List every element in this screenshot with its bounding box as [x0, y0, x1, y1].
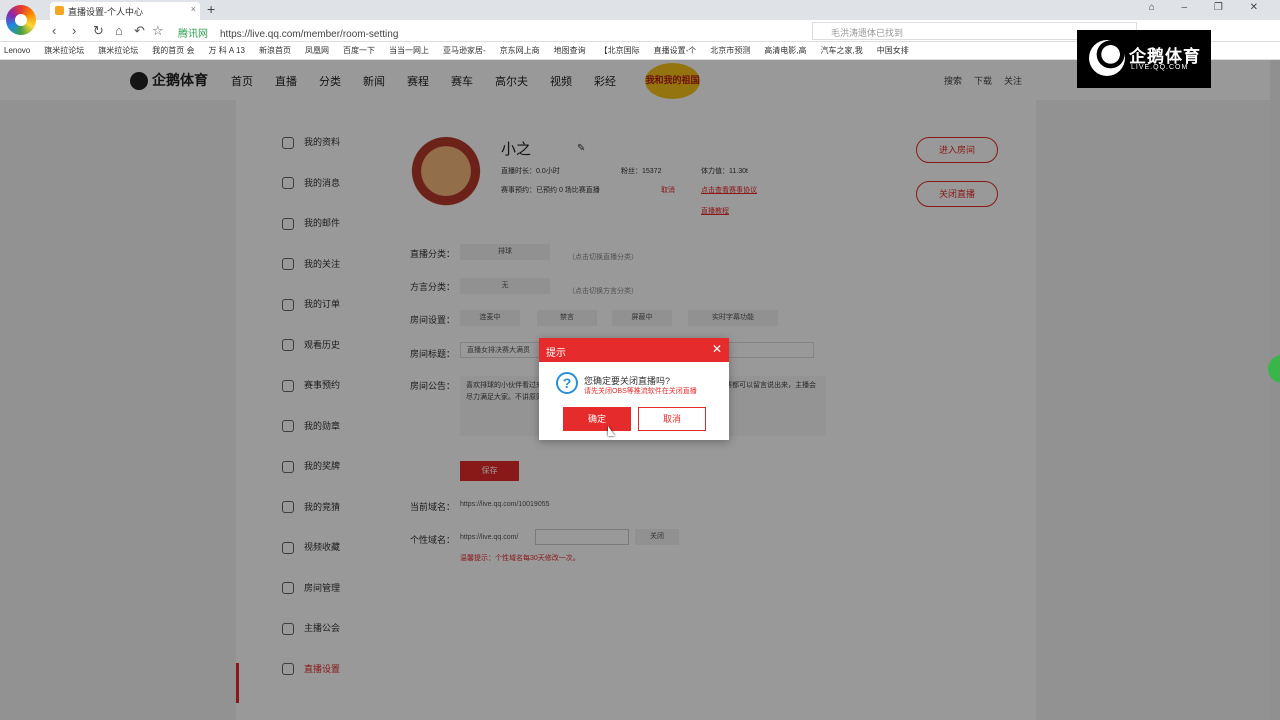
browser-tabbar: 直播设置-个人中心 × + ⌂ – ❐ ✕: [0, 0, 1280, 35]
bookmark-item[interactable]: 高清电影,高: [764, 46, 806, 55]
bookmark-item[interactable]: 中国女排: [877, 46, 909, 55]
tab-close-icon[interactable]: ×: [191, 4, 196, 14]
url-text: https://live.qq.com/member/room-setting: [220, 29, 399, 40]
bookmark-item[interactable]: 旗米拉论坛: [44, 46, 84, 55]
question-icon: ?: [556, 372, 578, 394]
forward-icon[interactable]: ›: [72, 23, 76, 38]
window-controls[interactable]: ⌂ – ❐ ✕: [1149, 2, 1270, 13]
dialog-title: 提示: [546, 348, 566, 359]
confirm-dialog: 提示 ✕ ? 您确定要关闭直播吗? 请先关闭OBS等推流软件在关闭直播 确定 取消: [539, 338, 729, 440]
bookmark-item[interactable]: 旗米拉论坛: [98, 46, 138, 55]
browser-tab[interactable]: 直播设置-个人中心 ×: [50, 2, 200, 20]
star-icon[interactable]: ☆: [152, 23, 164, 39]
bookmark-item[interactable]: 【北京国际: [600, 46, 640, 55]
bookmark-item[interactable]: 亚马逊家居-: [443, 46, 486, 55]
home-icon[interactable]: ⌂: [115, 23, 123, 38]
tab-title: 直播设置-个人中心: [68, 7, 143, 17]
bookmark-item[interactable]: 万 科 A 13: [208, 46, 244, 55]
bookmark-item[interactable]: 京东网上商: [500, 46, 540, 55]
confirm-button[interactable]: 确定: [563, 407, 631, 431]
bookmark-item[interactable]: 汽车之家,我: [821, 46, 863, 55]
back-icon[interactable]: ‹: [52, 23, 56, 38]
bookmark-item[interactable]: 北京市预测: [710, 46, 750, 55]
cancel-button[interactable]: 取消: [638, 407, 706, 431]
address-bar[interactable]: 腾讯网 https://live.qq.com/member/room-setti…: [172, 22, 772, 40]
undo-icon[interactable]: ↶: [134, 23, 145, 39]
dialog-header: 提示 ✕: [539, 338, 729, 362]
bookmark-item[interactable]: 我的首页 会: [152, 46, 194, 55]
mouse-cursor-icon: [608, 426, 615, 436]
bookmark-item[interactable]: 直播设置-个: [654, 46, 697, 55]
penguin-logo-icon: [1089, 40, 1125, 76]
bookmark-item[interactable]: 百度一下: [343, 46, 375, 55]
watermark-logo: 企鹅体育 LIVE.QQ.COM: [1077, 30, 1211, 88]
new-tab-icon[interactable]: +: [207, 1, 215, 17]
bookmark-item[interactable]: Lenovo: [4, 46, 30, 55]
bookmark-item[interactable]: 当当一网上: [389, 46, 429, 55]
bookmark-item[interactable]: 地图查询: [554, 46, 586, 55]
reload-icon[interactable]: ↻: [93, 23, 104, 39]
close-icon[interactable]: ✕: [712, 342, 722, 356]
tab-favicon-icon: [55, 6, 64, 15]
browser-logo-icon[interactable]: [6, 5, 36, 35]
secure-label: 腾讯网: [178, 29, 208, 40]
bookmark-item[interactable]: 凤凰网: [305, 46, 329, 55]
watermark-sub: LIVE.QQ.COM: [1131, 64, 1189, 71]
bookmark-item[interactable]: 新浪首页: [259, 46, 291, 55]
dialog-warning: 请先关闭OBS等推流软件在关闭直播: [584, 388, 697, 395]
